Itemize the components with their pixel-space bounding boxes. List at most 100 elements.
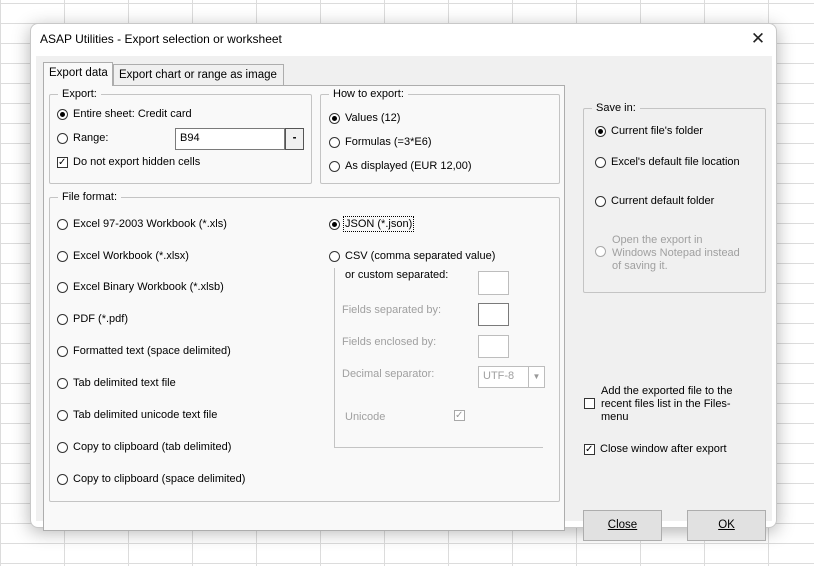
radio-indicator (329, 250, 340, 262)
close-button[interactable]: Close (583, 510, 662, 541)
close-window-icon[interactable]: ✕ (746, 28, 770, 52)
radio-indicator (57, 108, 68, 120)
csv-radio[interactable]: CSV (comma separated value) (329, 250, 495, 262)
hidden-cells-label: Do not export hidden cells (73, 156, 201, 168)
unicode-checkbox[interactable] (454, 410, 470, 421)
formulas-label: Formulas (=3*E6) (345, 136, 432, 148)
json-radio[interactable]: JSON (*.json) (329, 216, 415, 232)
decimal-separator-label: Decimal separator: (342, 368, 435, 380)
add-recent-files-checkbox[interactable] (584, 398, 600, 409)
add-recent-line-2: recent files list in the Files- (601, 398, 731, 410)
radio-indicator (329, 136, 340, 148)
tab-unicode-label: Tab delimited unicode text file (73, 409, 218, 421)
file-format-group: File format: Excel 97-2003 Workbook (*.x… (49, 190, 560, 502)
close-button-label: Close (607, 519, 638, 531)
radio-indicator (57, 218, 68, 230)
radio-indicator (57, 250, 68, 262)
tab-text-label: Tab delimited text file (73, 377, 176, 389)
radio-indicator (329, 112, 340, 124)
fields-separated-input[interactable] (478, 303, 509, 326)
ok-button-label: OK (718, 519, 735, 531)
as-displayed-radio[interactable]: As displayed (EUR 12,00) (329, 160, 472, 172)
encoding-select[interactable]: UTF-8 ▼ (478, 366, 545, 388)
radio-indicator (57, 473, 68, 485)
current-default-folder-radio[interactable]: Current default folder (595, 195, 714, 207)
radio-indicator (57, 281, 68, 293)
json-label: JSON (*.json) (342, 216, 415, 232)
entire-sheet-label: Entire sheet: Credit card (73, 108, 192, 120)
as-displayed-label: As displayed (EUR 12,00) (345, 160, 472, 172)
checkbox-indicator (454, 410, 465, 421)
current-default-folder-label: Current default folder (611, 195, 715, 207)
radio-indicator (57, 409, 68, 421)
xlsx-radio[interactable]: Excel Workbook (*.xlsx) (57, 250, 189, 262)
how-to-export-group: How to export: Values (12) Formulas (=3*… (320, 87, 560, 184)
dialog-client-area: Export data Export chart or range as ima… (36, 56, 772, 541)
xlsb-label: Excel Binary Workbook (*.xlsb) (73, 281, 224, 293)
checkbox-indicator (584, 443, 595, 455)
current-file-folder-label: Current file's folder (611, 125, 703, 137)
radio-indicator (329, 160, 340, 172)
values-radio[interactable]: Values (12) (329, 112, 400, 124)
export-group-title: Export: (58, 87, 101, 101)
export-group: Export: Entire sheet: Credit card Range:… (49, 87, 312, 184)
save-in-title: Save in: (592, 101, 640, 115)
chevron-down-icon: ▼ (528, 367, 544, 387)
custom-separated-label: or custom separated: (345, 269, 449, 281)
radio-indicator (595, 125, 606, 137)
formatted-text-radio[interactable]: Formatted text (space delimited) (57, 345, 231, 357)
clipboard-space-label: Copy to clipboard (space delimited) (73, 473, 246, 485)
export-data-panel: Export: Entire sheet: Credit card Range:… (43, 85, 565, 531)
tab-export-chart[interactable]: Export chart or range as image (113, 64, 284, 86)
checkbox-indicator (57, 156, 68, 168)
csv-label: CSV (comma separated value) (345, 250, 496, 262)
clipboard-tab-radio[interactable]: Copy to clipboard (tab delimited) (57, 441, 231, 453)
notepad-line-1: Open the export in (612, 234, 703, 246)
unicode-label: Unicode (345, 411, 386, 423)
hidden-cells-checkbox[interactable]: Do not export hidden cells (57, 156, 200, 168)
open-in-notepad-radio[interactable] (595, 246, 611, 257)
radio-indicator (57, 313, 68, 325)
current-file-folder-radio[interactable]: Current file's folder (595, 125, 703, 137)
xls-radio[interactable]: Excel 97-2003 Workbook (*.xls) (57, 218, 227, 230)
export-dialog: ASAP Utilities - Export selection or wor… (30, 23, 777, 541)
tab-export-data[interactable]: Export data (43, 62, 113, 86)
clipboard-space-radio[interactable]: Copy to clipboard (space delimited) (57, 473, 245, 485)
formatted-text-label: Formatted text (space delimited) (73, 345, 231, 357)
radio-indicator (329, 218, 340, 230)
window-title: ASAP Utilities - Export selection or wor… (40, 32, 282, 46)
add-recent-files-label: Add the exported file to the recent file… (601, 385, 732, 424)
range-radio[interactable]: Range: (57, 132, 108, 144)
fields-enclosed-input[interactable] (478, 335, 509, 358)
values-label: Values (12) (345, 112, 401, 124)
pdf-label: PDF (*.pdf) (73, 313, 129, 325)
xls-label: Excel 97-2003 Workbook (*.xls) (73, 218, 227, 230)
formulas-radio[interactable]: Formulas (=3*E6) (329, 136, 432, 148)
custom-separator-input[interactable] (478, 271, 509, 295)
excel-default-location-label: Excel's default file location (611, 156, 740, 168)
range-input[interactable]: B94 (175, 128, 285, 150)
tab-export-chart-label: Export chart or range as image (119, 69, 277, 81)
range-select-button[interactable]: - (285, 128, 304, 150)
range-label: Range: (73, 132, 109, 144)
close-after-export-label: Close window after export (600, 443, 727, 455)
clipboard-tab-label: Copy to clipboard (tab delimited) (73, 441, 232, 453)
tab-unicode-radio[interactable]: Tab delimited unicode text file (57, 409, 217, 421)
notepad-line-3: of saving it. (612, 260, 668, 272)
ok-button[interactable]: OK (687, 510, 766, 541)
radio-indicator (57, 377, 68, 389)
pdf-radio[interactable]: PDF (*.pdf) (57, 313, 128, 325)
tab-text-radio[interactable]: Tab delimited text file (57, 377, 176, 389)
radio-indicator (57, 132, 68, 144)
fields-enclosed-label: Fields enclosed by: (342, 336, 437, 348)
entire-sheet-radio[interactable]: Entire sheet: Credit card (57, 108, 192, 120)
xlsb-radio[interactable]: Excel Binary Workbook (*.xlsb) (57, 281, 224, 293)
encoding-value: UTF-8 (483, 370, 515, 382)
xlsx-label: Excel Workbook (*.xlsx) (73, 250, 189, 262)
close-after-export-checkbox[interactable]: Close window after export (584, 443, 727, 455)
tab-export-data-label: Export data (49, 67, 108, 79)
fields-separated-label: Fields separated by: (342, 304, 442, 316)
title-bar: ASAP Utilities - Export selection or wor… (31, 24, 776, 56)
checkbox-indicator (584, 398, 595, 409)
excel-default-location-radio[interactable]: Excel's default file location (595, 156, 740, 168)
